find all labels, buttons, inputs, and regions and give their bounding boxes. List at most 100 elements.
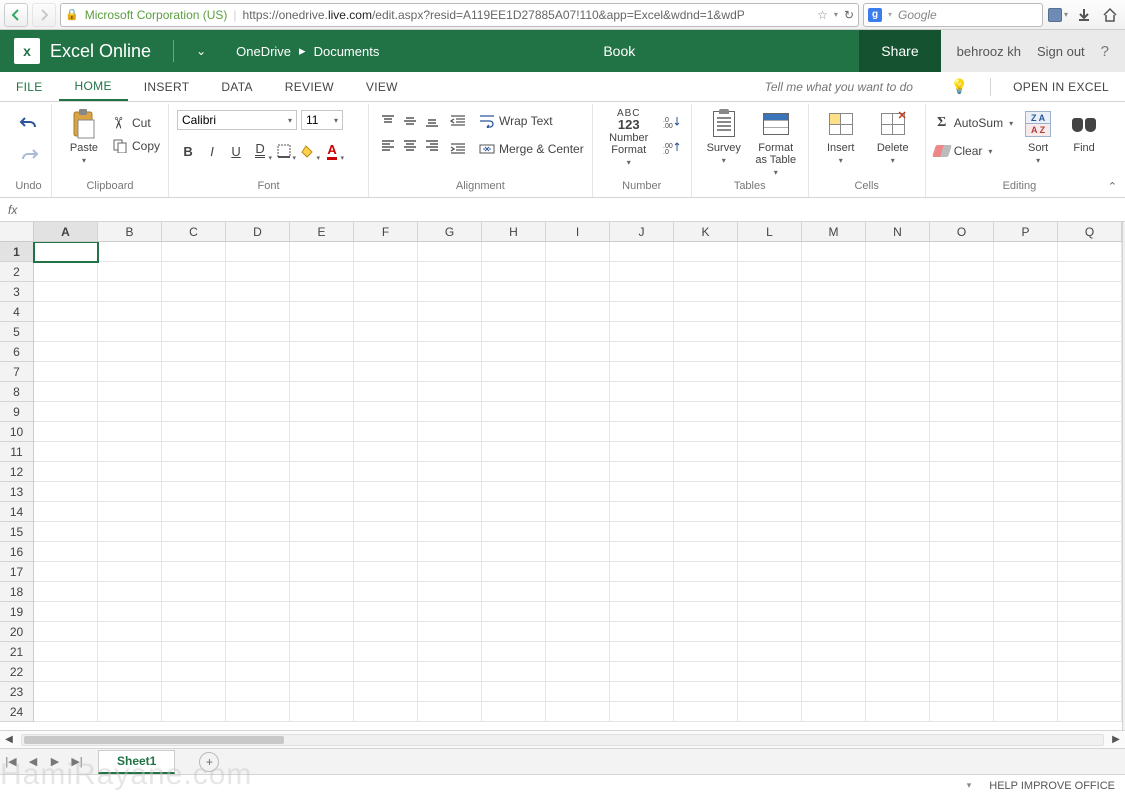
cell[interactable] xyxy=(98,522,162,542)
cell[interactable] xyxy=(98,602,162,622)
sheet-nav-last-icon[interactable]: ▶| xyxy=(66,755,88,768)
cell[interactable] xyxy=(738,262,802,282)
cell[interactable] xyxy=(610,662,674,682)
cell[interactable] xyxy=(802,602,866,622)
cell[interactable] xyxy=(98,282,162,302)
tab-review[interactable]: REVIEW xyxy=(269,72,350,101)
cell[interactable] xyxy=(418,502,482,522)
row-header[interactable]: 3 xyxy=(0,282,33,302)
cell[interactable] xyxy=(482,262,546,282)
cell[interactable] xyxy=(354,702,418,722)
cell[interactable] xyxy=(226,282,290,302)
cell[interactable] xyxy=(98,662,162,682)
cell[interactable] xyxy=(162,522,226,542)
cell[interactable] xyxy=(930,342,994,362)
cell[interactable] xyxy=(930,562,994,582)
cell[interactable] xyxy=(546,502,610,522)
cell[interactable] xyxy=(354,542,418,562)
cell[interactable] xyxy=(98,642,162,662)
cell[interactable] xyxy=(994,462,1058,482)
cell[interactable] xyxy=(1058,382,1122,402)
cell[interactable] xyxy=(546,702,610,722)
cell[interactable] xyxy=(418,482,482,502)
cell[interactable] xyxy=(1058,502,1122,522)
cell[interactable] xyxy=(994,642,1058,662)
cell[interactable] xyxy=(1058,342,1122,362)
cell[interactable] xyxy=(354,442,418,462)
cell[interactable] xyxy=(482,442,546,462)
cell[interactable] xyxy=(34,562,98,582)
cell[interactable] xyxy=(546,682,610,702)
cell[interactable] xyxy=(994,442,1058,462)
share-button[interactable]: Share xyxy=(859,30,940,72)
row-header[interactable]: 16 xyxy=(0,542,33,562)
cell[interactable] xyxy=(994,322,1058,342)
cell[interactable] xyxy=(162,342,226,362)
cell[interactable] xyxy=(98,502,162,522)
cell[interactable] xyxy=(930,302,994,322)
sheet-nav-prev-icon[interactable]: ◀ xyxy=(22,755,44,768)
cell[interactable] xyxy=(674,462,738,482)
column-header[interactable]: D xyxy=(226,222,290,241)
copy-button[interactable]: Copy xyxy=(112,135,160,157)
cell[interactable] xyxy=(34,342,98,362)
cell[interactable] xyxy=(290,622,354,642)
cell[interactable] xyxy=(162,402,226,422)
cell[interactable] xyxy=(674,402,738,422)
cell[interactable] xyxy=(226,702,290,722)
column-header[interactable]: N xyxy=(866,222,930,241)
cell[interactable] xyxy=(162,462,226,482)
cell[interactable] xyxy=(482,542,546,562)
row-header[interactable]: 13 xyxy=(0,482,33,502)
cell[interactable] xyxy=(34,282,98,302)
cell[interactable] xyxy=(98,622,162,642)
cell[interactable] xyxy=(738,562,802,582)
align-middle-button[interactable] xyxy=(399,110,421,132)
font-name-select[interactable]: Calibri▾ xyxy=(177,110,297,130)
cell[interactable] xyxy=(162,662,226,682)
cell[interactable] xyxy=(994,682,1058,702)
cell[interactable] xyxy=(610,562,674,582)
cell[interactable] xyxy=(98,242,162,262)
cell[interactable] xyxy=(546,542,610,562)
row-header[interactable]: 10 xyxy=(0,422,33,442)
cell[interactable] xyxy=(674,382,738,402)
cell[interactable] xyxy=(482,642,546,662)
cell[interactable] xyxy=(162,502,226,522)
cell[interactable] xyxy=(1058,282,1122,302)
cell[interactable] xyxy=(418,562,482,582)
cell[interactable] xyxy=(418,282,482,302)
cell[interactable] xyxy=(866,402,930,422)
cell[interactable] xyxy=(482,522,546,542)
cell[interactable] xyxy=(290,662,354,682)
cell[interactable] xyxy=(866,382,930,402)
cell[interactable] xyxy=(1058,522,1122,542)
sheet-nav-next-icon[interactable]: ▶ xyxy=(44,755,66,768)
cell[interactable] xyxy=(226,622,290,642)
decrease-indent-button[interactable] xyxy=(447,110,469,132)
cell[interactable] xyxy=(802,542,866,562)
cell[interactable] xyxy=(226,442,290,462)
cell[interactable] xyxy=(290,422,354,442)
cell[interactable] xyxy=(98,382,162,402)
row-header[interactable]: 23 xyxy=(0,682,33,702)
cell[interactable] xyxy=(546,462,610,482)
cell[interactable] xyxy=(738,342,802,362)
cell[interactable] xyxy=(482,582,546,602)
cell[interactable] xyxy=(866,662,930,682)
row-header[interactable]: 22 xyxy=(0,662,33,682)
cell[interactable] xyxy=(546,622,610,642)
cell[interactable] xyxy=(738,282,802,302)
cell[interactable] xyxy=(1058,642,1122,662)
cell[interactable] xyxy=(162,542,226,562)
cell[interactable] xyxy=(994,242,1058,262)
cell[interactable] xyxy=(34,442,98,462)
cell[interactable] xyxy=(98,362,162,382)
cell[interactable] xyxy=(162,282,226,302)
cell[interactable] xyxy=(482,422,546,442)
row-header[interactable]: 4 xyxy=(0,302,33,322)
format-as-table-button[interactable]: Format as Table▾ xyxy=(752,106,800,177)
cell[interactable] xyxy=(290,642,354,662)
cell[interactable] xyxy=(418,422,482,442)
cell[interactable] xyxy=(738,422,802,442)
